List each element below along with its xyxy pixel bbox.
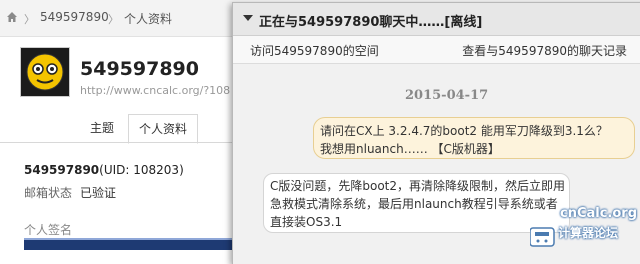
message-date: 2015-04-17: [405, 88, 489, 103]
breadcrumb-separator: 〉: [108, 13, 119, 26]
message-line: 直接装OS3.1: [270, 215, 343, 229]
message-line: 急救模式清除系统，最后用nlaunch教程引导系统或者: [270, 197, 558, 211]
message-text: C版没问题，先降boot2，再清除降级限制，然后立即用 急救模式清除系统，最后用…: [270, 177, 565, 231]
message-line: C版没问题，先降boot2，再清除降级限制，然后立即用: [270, 179, 566, 193]
visit-space-link[interactable]: 访问549597890的空间: [250, 42, 379, 59]
breadcrumb-separator: 〉: [24, 13, 35, 26]
tabs-divider: [0, 142, 260, 143]
email-status-label: 邮箱状态: [24, 186, 73, 200]
email-status-value: 已验证: [80, 186, 117, 200]
message-line: 我想用nluanch…… 【C版机器】: [320, 142, 500, 156]
chat-title: 正在与549597890聊天中……[离线]: [259, 15, 483, 30]
avatar-image: [21, 48, 69, 96]
tab-topics[interactable]: 主题: [80, 114, 124, 142]
watermark-text: cnCalc.org: [560, 206, 638, 221]
uid-name: 549597890: [24, 163, 100, 177]
message-bubble-received: C版没问题，先降boot2，再清除降级限制，然后立即用 急救模式清除系统，最后用…: [263, 173, 570, 233]
chat-links-bar: 访问549597890的空间 查看与549597890的聊天记录: [233, 36, 640, 64]
message-text: 请问在CX上 3.2.4.7的boot2 能用军刀降级到3.1么？ 我想用nlu…: [320, 122, 608, 158]
avatar[interactable]: [20, 47, 70, 97]
breadcrumb-section[interactable]: 个人资料: [124, 10, 172, 27]
chat-title-bar[interactable]: 正在与549597890聊天中……[离线]: [233, 3, 640, 36]
watermark-subtext: 计算器论坛: [558, 226, 619, 240]
email-status: 邮箱状态 已验证: [24, 184, 116, 201]
home-icon[interactable]: [6, 11, 18, 23]
collapse-icon[interactable]: [243, 15, 253, 21]
message-bubble-sent: 请问在CX上 3.2.4.7的boot2 能用军刀降级到3.1么？ 我想用nlu…: [313, 117, 635, 159]
uid-value: (UID: 108203): [99, 163, 184, 177]
profile-name: 549597890: [80, 58, 199, 80]
uid-line: 549597890(UID: 108203): [24, 163, 184, 177]
tab-profile[interactable]: 个人资料: [128, 114, 199, 144]
chat-history-link[interactable]: 查看与549597890的聊天记录: [462, 42, 627, 59]
profile-url[interactable]: http://www.cncalc.org/?108: [80, 84, 230, 97]
breadcrumb-user[interactable]: 549597890: [40, 10, 109, 24]
message-line: 请问在CX上 3.2.4.7的boot2 能用军刀降级到3.1么？: [320, 124, 608, 138]
signature-label: 个人签名: [24, 223, 73, 237]
